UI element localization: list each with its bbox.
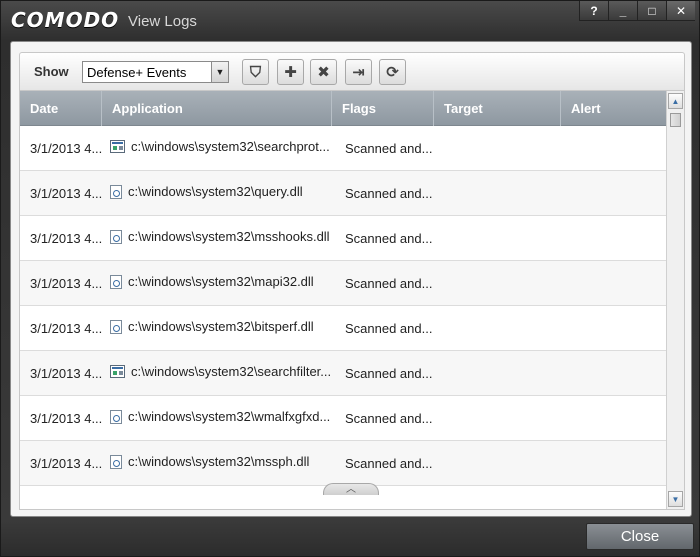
- cell-flags: Scanned and...: [345, 456, 433, 471]
- cell-date: 3/1/2013 4...: [30, 321, 103, 336]
- export-button[interactable]: ⇥: [345, 59, 372, 85]
- scroll-up-arrow-icon[interactable]: ▲: [668, 93, 683, 109]
- delete-button[interactable]: ✖: [310, 59, 337, 85]
- refresh-button[interactable]: ⟳: [379, 59, 406, 85]
- cell-date: 3/1/2013 4...: [30, 186, 103, 201]
- cell-flags: Scanned and...: [345, 366, 433, 381]
- executable-icon: [110, 365, 125, 378]
- log-type-select[interactable]: Defense+ Events ▼: [82, 61, 229, 83]
- scroll-down-arrow-icon[interactable]: ▼: [668, 491, 683, 507]
- column-header-target[interactable]: Target: [434, 91, 561, 126]
- cell-flags: Scanned and...: [345, 276, 433, 291]
- title-bar[interactable]: COMODO View Logs ? _ □ ✕: [1, 1, 700, 41]
- cell-application: c:\windows\system32\searchfilter...: [110, 364, 331, 379]
- refresh-icon: ⟳: [386, 64, 399, 81]
- scrollbar-thumb[interactable]: [670, 113, 681, 127]
- application-path: c:\windows\system32\bitsperf.dll: [128, 319, 314, 334]
- cell-date: 3/1/2013 4...: [30, 231, 103, 246]
- application-path: c:\windows\system32\mapi32.dll: [128, 274, 314, 289]
- close-window-button[interactable]: ✕: [666, 1, 695, 21]
- chevron-down-icon[interactable]: ▼: [211, 62, 228, 82]
- table-row[interactable]: 3/1/2013 4... c:\windows\system32\search…: [20, 126, 667, 171]
- dll-file-icon: [110, 454, 122, 469]
- dll-file-icon: [110, 409, 122, 424]
- close-button[interactable]: Close: [586, 523, 694, 550]
- cell-flags: Scanned and...: [345, 186, 433, 201]
- toolbar: Show Defense+ Events ▼ ⛉ ✚ ✖ ⇥ ⟳: [19, 52, 685, 90]
- column-header-flags[interactable]: Flags: [332, 91, 434, 126]
- window-title: View Logs: [128, 13, 197, 30]
- cell-application: c:\windows\system32\searchprot...: [110, 139, 330, 154]
- funnel-icon: ⛉: [249, 63, 262, 81]
- log-type-select-value: Defense+ Events: [87, 65, 187, 80]
- application-path: c:\windows\system32\searchfilter...: [131, 364, 332, 379]
- export-icon: ⇥: [352, 64, 365, 81]
- cell-date: 3/1/2013 4...: [30, 456, 103, 471]
- application-path: c:\windows\system32\msshooks.dll: [128, 229, 330, 244]
- comodo-logo: COMODO: [11, 8, 120, 32]
- cell-flags: Scanned and...: [345, 141, 433, 156]
- column-header-application[interactable]: Application: [102, 91, 332, 126]
- cell-date: 3/1/2013 4...: [30, 141, 103, 156]
- cell-application: c:\windows\system32\query.dll: [110, 184, 303, 199]
- application-path: c:\windows\system32\mssph.dll: [128, 454, 310, 469]
- application-path: c:\windows\system32\query.dll: [128, 184, 303, 199]
- dll-file-icon: [110, 229, 122, 244]
- cell-application: c:\windows\system32\msshooks.dll: [110, 229, 330, 244]
- table-row[interactable]: 3/1/2013 4... c:\windows\system32\mssph.…: [20, 441, 667, 486]
- collapse-handle[interactable]: ︿: [323, 483, 379, 495]
- vertical-scrollbar[interactable]: ▲ ▼: [666, 91, 684, 509]
- show-label: Show: [34, 64, 69, 79]
- cell-application: c:\windows\system32\mssph.dll: [110, 454, 309, 469]
- dll-file-icon: [110, 184, 122, 199]
- cell-flags: Scanned and...: [345, 411, 433, 426]
- window-controls: ? _ □ ✕: [579, 1, 695, 21]
- dll-file-icon: [110, 274, 122, 289]
- table-row[interactable]: 3/1/2013 4... c:\windows\system32\query.…: [20, 171, 667, 216]
- table-row[interactable]: 3/1/2013 4... c:\windows\system32\bitspe…: [20, 306, 667, 351]
- cell-date: 3/1/2013 4...: [30, 276, 103, 291]
- cell-application: c:\windows\system32\mapi32.dll: [110, 274, 314, 289]
- column-header-date[interactable]: Date: [20, 91, 102, 126]
- x-icon: ✖: [317, 64, 330, 81]
- maximize-button[interactable]: □: [637, 1, 666, 21]
- logs-table: Date Application Flags Target Alert 3/1/…: [19, 90, 685, 510]
- filter-button[interactable]: ⛉: [242, 59, 269, 85]
- cell-application: c:\windows\system32\bitsperf.dll: [110, 319, 314, 334]
- executable-icon: [110, 140, 125, 153]
- help-button[interactable]: ?: [579, 1, 608, 21]
- table-row[interactable]: 3/1/2013 4... c:\windows\system32\search…: [20, 351, 667, 396]
- cell-application: c:\windows\system32\wmalfxgfxd...: [110, 409, 330, 424]
- application-path: c:\windows\system32\searchprot...: [131, 139, 330, 154]
- application-path: c:\windows\system32\wmalfxgfxd...: [128, 409, 331, 424]
- add-button[interactable]: ✚: [277, 59, 304, 85]
- minimize-button[interactable]: _: [608, 1, 637, 21]
- chevron-up-icon: ︿: [346, 484, 356, 495]
- table-header: Date Application Flags Target Alert: [20, 91, 667, 126]
- table-row[interactable]: 3/1/2013 4... c:\windows\system32\wmalfx…: [20, 396, 667, 441]
- table-row[interactable]: 3/1/2013 4... c:\windows\system32\msshoo…: [20, 216, 667, 261]
- cell-flags: Scanned and...: [345, 231, 433, 246]
- cell-date: 3/1/2013 4...: [30, 366, 103, 381]
- plus-icon: ✚: [284, 64, 297, 81]
- logs-panel: Show Defense+ Events ▼ ⛉ ✚ ✖ ⇥ ⟳ Date Ap…: [10, 41, 692, 517]
- column-header-alert[interactable]: Alert: [561, 91, 667, 126]
- cell-flags: Scanned and...: [345, 321, 433, 336]
- cell-date: 3/1/2013 4...: [30, 411, 103, 426]
- dll-file-icon: [110, 319, 122, 334]
- table-rows: 3/1/2013 4... c:\windows\system32\search…: [20, 126, 667, 486]
- table-row[interactable]: 3/1/2013 4... c:\windows\system32\mapi32…: [20, 261, 667, 306]
- view-logs-window: COMODO View Logs ? _ □ ✕ Show Defense+ E…: [0, 0, 700, 557]
